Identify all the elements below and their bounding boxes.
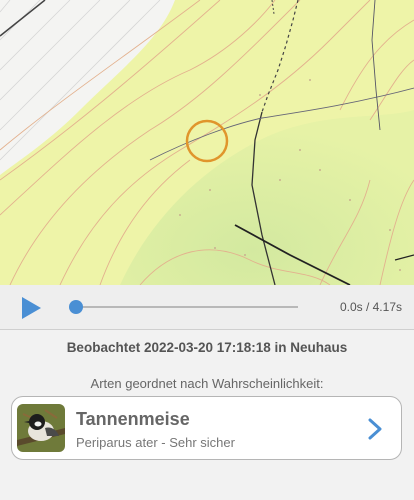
topographic-map [0, 0, 414, 285]
progress-thumb[interactable] [69, 300, 83, 314]
observation-info: Beobachtet 2022-03-20 17:18:18 in Neuhau… [66, 340, 348, 355]
progress-track[interactable] [76, 306, 298, 308]
species-result-card[interactable]: Tannenmeise Periparus ater - Sehr sicher [11, 396, 402, 460]
results-heading: Arten geordnet nach Wahrscheinlichkeit: [90, 376, 324, 391]
species-common-name: Tannenmeise [76, 409, 190, 429]
audio-player: 0.0s / 4.17s [0, 285, 414, 330]
species-scientific-confidence: Periparus ater - Sehr sicher [76, 435, 235, 450]
play-icon[interactable] [20, 296, 42, 320]
bird-photo-icon [17, 404, 65, 452]
time-label: 0.0s / 4.17s [339, 300, 402, 314]
chevron-right-icon[interactable] [367, 417, 383, 441]
map-view[interactable] [0, 0, 414, 285]
